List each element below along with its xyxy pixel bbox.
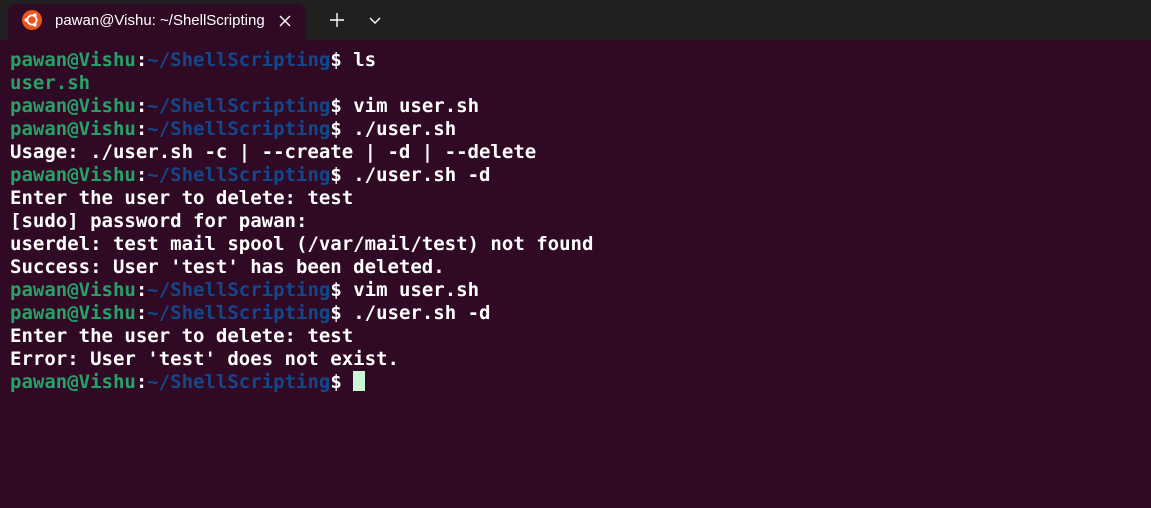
output-line: Usage: ./user.sh -c | --create | -d | --… (10, 141, 1140, 164)
command-text: vim user.sh (353, 95, 480, 117)
prompt-path: ~/ShellScripting (147, 49, 331, 71)
output-line: Error: User 'test' does not exist. (10, 348, 1140, 371)
prompt-user-host: pawan@Vishu (10, 118, 136, 140)
prompt-separator: : (135, 279, 148, 301)
prompt-path: ~/ShellScripting (147, 164, 331, 186)
tab-title: pawan@Vishu: ~/ShellScripting (55, 12, 265, 29)
output-text: Usage: ./user.sh -c | --create | -d | --… (10, 141, 537, 163)
prompt-line: pawan@Vishu:~/ShellScripting$ vim user.s… (10, 279, 1140, 302)
terminal-output[interactable]: pawan@Vishu:~/ShellScripting$ ls user.sh p… (10, 49, 1140, 394)
ubuntu-logo-icon (22, 10, 42, 30)
command-text: ls (353, 49, 377, 71)
prompt-separator: : (135, 118, 148, 140)
plus-icon[interactable] (325, 8, 349, 32)
prompt-separator: : (135, 302, 148, 324)
prompt-user-host: pawan@Vishu (10, 302, 136, 324)
output-line: Success: User 'test' has been deleted. (10, 256, 1140, 279)
prompt-dollar: $ (330, 279, 354, 301)
chevron-down-icon[interactable] (363, 8, 387, 32)
prompt-user-host: pawan@Vishu (10, 279, 136, 301)
prompt-separator: : (135, 95, 148, 117)
prompt-path: ~/ShellScripting (147, 371, 331, 393)
prompt-line: pawan@Vishu:~/ShellScripting$ ls (10, 49, 1140, 72)
prompt-dollar: $ (330, 371, 354, 393)
output-text: Enter the user to delete: test (10, 325, 354, 347)
close-icon[interactable] (274, 10, 296, 32)
output-text: Enter the user to delete: test (10, 187, 354, 209)
output-text: Success: User 'test' has been deleted. (10, 256, 445, 278)
prompt-line: pawan@Vishu:~/ShellScripting$ vim user.s… (10, 95, 1140, 118)
output-line: Enter the user to delete: test (10, 325, 1140, 348)
prompt-line: pawan@Vishu:~/ShellScripting$ ./user.sh (10, 118, 1140, 141)
prompt-user-host: pawan@Vishu (10, 371, 136, 393)
output-text: userdel: test mail spool (/var/mail/test… (10, 233, 594, 255)
prompt-dollar: $ (330, 118, 354, 140)
command-text: ./user.sh -d (353, 302, 491, 324)
output-line: Enter the user to delete: test (10, 187, 1140, 210)
prompt-dollar: $ (330, 164, 354, 186)
output-line: userdel: test mail spool (/var/mail/test… (10, 233, 1140, 256)
prompt-line: pawan@Vishu:~/ShellScripting$ (10, 371, 1140, 394)
command-text: ./user.sh (353, 118, 457, 140)
prompt-path: ~/ShellScripting (147, 95, 331, 117)
terminal-tab[interactable]: pawan@Vishu: ~/ShellScripting (8, 4, 306, 40)
title-bar: pawan@Vishu: ~/ShellScripting (0, 0, 1151, 40)
output-line: user.sh (10, 72, 1140, 95)
prompt-path: ~/ShellScripting (147, 302, 331, 324)
prompt-separator: : (135, 164, 148, 186)
prompt-user-host: pawan@Vishu (10, 164, 136, 186)
prompt-path: ~/ShellScripting (147, 118, 331, 140)
text-cursor (353, 371, 366, 391)
command-text: ./user.sh -d (353, 164, 491, 186)
prompt-dollar: $ (330, 49, 354, 71)
prompt-user-host: pawan@Vishu (10, 49, 136, 71)
file-name: user.sh (10, 72, 91, 94)
prompt-dollar: $ (330, 302, 354, 324)
prompt-line: pawan@Vishu:~/ShellScripting$ ./user.sh … (10, 164, 1140, 187)
output-line: [sudo] password for pawan: (10, 210, 1140, 233)
prompt-separator: : (135, 371, 148, 393)
prompt-path: ~/ShellScripting (147, 279, 331, 301)
output-text: [sudo] password for pawan: (10, 210, 308, 232)
prompt-user-host: pawan@Vishu (10, 95, 136, 117)
prompt-line: pawan@Vishu:~/ShellScripting$ ./user.sh … (10, 302, 1140, 325)
prompt-dollar: $ (330, 95, 354, 117)
output-text: Error: User 'test' does not exist. (10, 348, 399, 370)
prompt-separator: : (135, 49, 148, 71)
command-text: vim user.sh (353, 279, 480, 301)
